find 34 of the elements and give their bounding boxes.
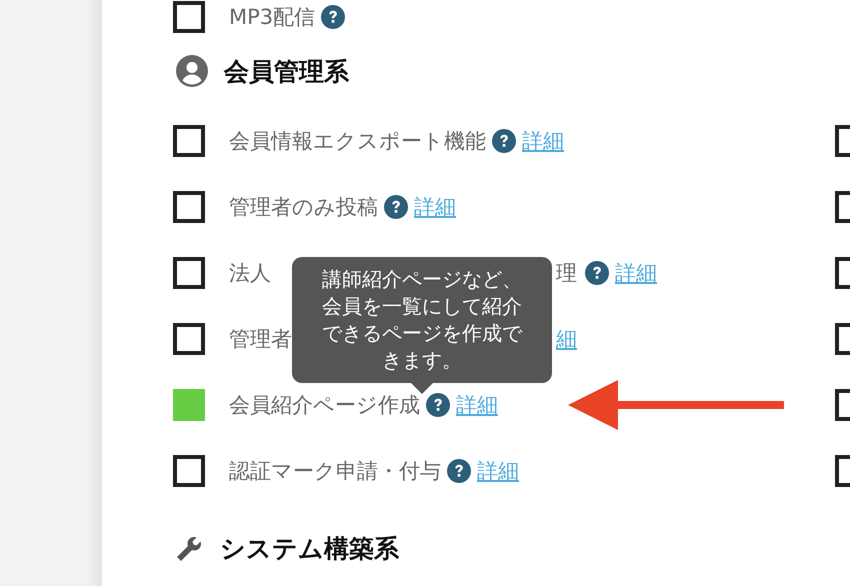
tooltip-pointer [410, 382, 434, 394]
checkbox[interactable] [173, 455, 205, 487]
help-icon[interactable] [492, 129, 516, 153]
details-link[interactable]: 詳細 [522, 127, 564, 155]
help-icon[interactable] [321, 5, 346, 29]
checkbox[interactable] [173, 191, 205, 223]
section-heading: システム構築系 [220, 532, 399, 564]
option-label: 管理者のみ投稿 [229, 194, 378, 221]
option-label: 管理者 [229, 326, 292, 353]
option-label: MP3配信 [229, 4, 316, 31]
help-icon[interactable] [384, 195, 408, 219]
details-link[interactable]: 細 [556, 325, 577, 353]
arrow-icon [568, 380, 786, 430]
checkbox[interactable] [173, 389, 205, 421]
checkbox[interactable] [173, 1, 205, 33]
help-icon[interactable] [585, 261, 609, 285]
option-label: 会員紹介ページ作成 [229, 392, 420, 419]
details-link[interactable]: 詳細 [477, 457, 519, 485]
checkbox[interactable] [173, 257, 205, 289]
details-link[interactable]: 詳細 [414, 193, 456, 221]
option-label: 認証マーク申請・付与 [229, 458, 441, 485]
help-icon[interactable] [426, 393, 450, 417]
section-heading: 会員管理系 [224, 56, 349, 88]
checkbox[interactable] [173, 323, 205, 355]
option-label: 法人 [229, 260, 271, 287]
wrench-icon [176, 534, 204, 562]
details-link[interactable]: 詳細 [615, 259, 657, 287]
option-label: 理 [556, 260, 577, 287]
help-icon[interactable] [447, 459, 471, 483]
option-label: 会員情報エクスポート機能 [229, 128, 486, 155]
tooltip: 講師紹介ページなど、会員を一覧にして紹介できるページを作成できます。 [292, 257, 552, 383]
details-link[interactable]: 詳細 [456, 391, 498, 419]
checkbox[interactable] [173, 125, 205, 157]
user-icon [176, 55, 208, 87]
